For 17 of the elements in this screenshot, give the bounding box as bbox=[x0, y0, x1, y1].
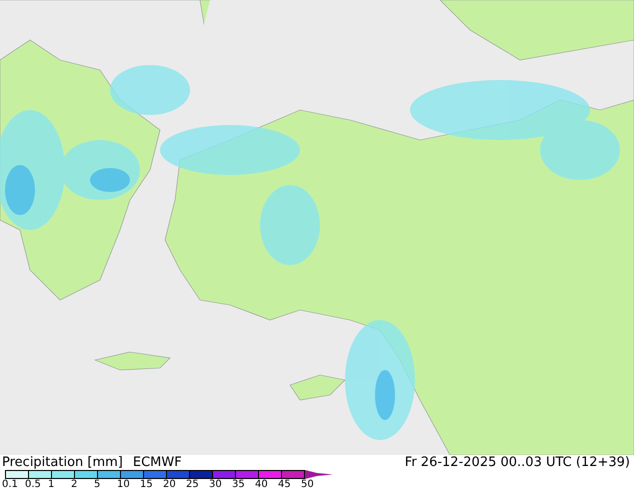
scale-label: 20 bbox=[163, 479, 177, 490]
scale-label: 10 bbox=[117, 479, 131, 490]
scale-label: 30 bbox=[209, 479, 223, 490]
map-title: Precipitation [mm] bbox=[2, 455, 123, 470]
scale-label: 35 bbox=[232, 479, 246, 490]
model-name: ECMWF bbox=[132, 455, 182, 470]
scale-label: 50 bbox=[301, 479, 315, 490]
scale-label: 1 bbox=[48, 479, 56, 490]
scale-label: 40 bbox=[255, 479, 269, 490]
scale-label: 5 bbox=[94, 479, 102, 490]
valid-time: Fr 26-12-2025 00..03 UTC (12+39) bbox=[404, 455, 630, 470]
scale-label: 15 bbox=[140, 479, 154, 490]
scale-label: 2 bbox=[71, 479, 78, 490]
scale-label: 0.1 bbox=[2, 479, 19, 490]
scale-label: 45 bbox=[278, 479, 292, 490]
scale-label: 25 bbox=[186, 479, 200, 490]
scale-label: 0.5 bbox=[25, 479, 42, 490]
